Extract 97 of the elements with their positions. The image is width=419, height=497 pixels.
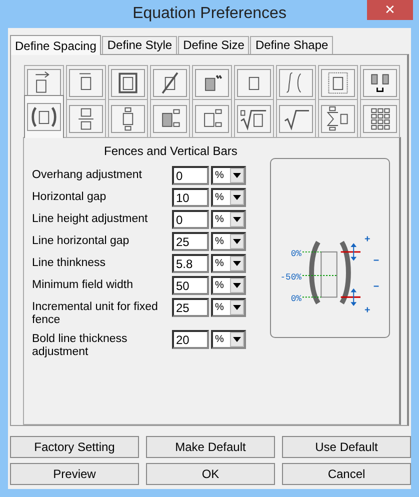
value-field[interactable]: 5.8 [172,254,209,273]
percent-label: 0% [290,248,302,259]
dropdown-button[interactable] [230,278,244,293]
stacked-boxes-icon [111,104,145,132]
summation-icon [321,104,355,132]
window-title: Equation Preferences [132,4,286,24]
field-label: Line height adjustment [32,212,149,226]
value-field[interactable]: 20 [172,330,209,349]
scripted-box-icon [195,104,229,132]
caret-icon [233,283,241,288]
primed-box-icon [195,68,229,96]
right-paren-drawing [340,241,351,304]
plus-sign: + [364,304,370,316]
symbol-tab[interactable] [234,65,274,99]
symbol-tab[interactable] [66,99,106,137]
parenthesized-box-icon [27,103,61,131]
field-label: Line horizontal gap [32,234,130,248]
caret-icon [233,217,241,222]
tab[interactable]: Define Style [102,36,178,54]
nth-root-icon [237,104,271,132]
field-label: Incremental unit for fixed fence [32,300,159,327]
dropdown-button[interactable] [230,234,244,249]
dialog-button[interactable]: Preview [10,463,139,485]
plus-sign: + [364,234,370,246]
double-arrow-icon [350,243,357,261]
percent-label: -50% [280,272,302,282]
integral-paren-icon [279,68,313,96]
arrow-box-icon [27,68,61,96]
symbol-tab[interactable] [108,65,148,99]
caret-icon [233,337,241,342]
tab[interactable]: Define Shape [250,36,334,54]
symbol-tab[interactable] [276,99,316,137]
dialog-button[interactable]: Cancel [282,463,411,485]
field-label: Overhang adjustment [32,168,143,182]
boundary-line [340,251,360,253]
field-label: Minimum field width [32,278,134,292]
guide-line [302,251,322,252]
symbol-tab[interactable] [150,99,190,137]
dropdown-button[interactable] [230,190,244,205]
symbol-tab[interactable] [318,65,358,99]
fraction-icon [69,104,103,132]
dropdown-button[interactable] [230,300,244,315]
caret-icon [233,173,241,178]
dialog-button[interactable]: Make Default [146,436,275,458]
slashed-box-icon [153,68,187,96]
overbar-box-icon [69,68,103,96]
underbracket-icon [363,68,397,96]
framed-box-icon [111,68,145,96]
symbol-tab[interactable] [192,99,232,137]
guide-line [302,275,338,276]
symbol-tab[interactable] [150,65,190,99]
value-field[interactable]: 25 [172,298,209,317]
tab[interactable]: Define Spacing [10,35,102,55]
symbol-tab[interactable] [24,95,64,138]
boundary-line [340,296,360,298]
scripted-box-icon [153,104,187,132]
symbol-tab[interactable] [276,65,316,99]
dropdown-button[interactable] [230,168,244,183]
guide-line [302,296,322,298]
symbol-tab[interactable] [318,99,358,137]
value-field[interactable]: 10 [172,188,209,207]
caret-icon [233,195,241,200]
symbol-tab[interactable] [108,99,148,137]
field-box-drawing [320,251,338,298]
symbol-tab[interactable] [234,99,274,137]
value-field[interactable]: 25 [172,232,209,251]
percent-label: 0% [290,294,302,304]
field-label: Line thinkness [32,256,107,270]
dialog-button[interactable]: Use Default [282,436,411,458]
minus-sign: − [373,256,380,267]
dropdown-button[interactable] [230,332,244,347]
symbol-tab[interactable] [360,65,400,99]
matrix-icon [363,104,397,132]
symbol-tab[interactable] [192,65,232,99]
value-field[interactable]: 0 [172,210,209,229]
minus-sign: − [373,281,380,292]
caret-icon [233,239,241,244]
left-paren-drawing [309,241,320,304]
dropdown-button[interactable] [230,212,244,227]
symbol-tab[interactable] [66,65,106,99]
section-title: Fences and Vertical Bars [104,143,238,160]
dropdown-button[interactable] [230,256,244,271]
double-arrow-icon [350,288,357,306]
field-label: Bold line thickness adjustment [32,332,128,359]
tab[interactable]: Define Size [178,36,250,54]
symbol-tab[interactable] [360,99,400,137]
dialog-button[interactable]: OK [146,463,275,485]
field-label: Horizontal gap [32,190,108,204]
dotted-box-icon [321,68,355,96]
square-root-icon [279,104,313,132]
value-field[interactable]: 50 [172,276,209,295]
dialog-button[interactable]: Factory Setting [10,436,139,458]
empty-box-icon [237,68,271,96]
caret-icon [233,305,241,310]
caret-icon [233,261,241,266]
value-field[interactable]: 0 [172,166,209,185]
close-button[interactable]: ✕ [367,0,413,20]
